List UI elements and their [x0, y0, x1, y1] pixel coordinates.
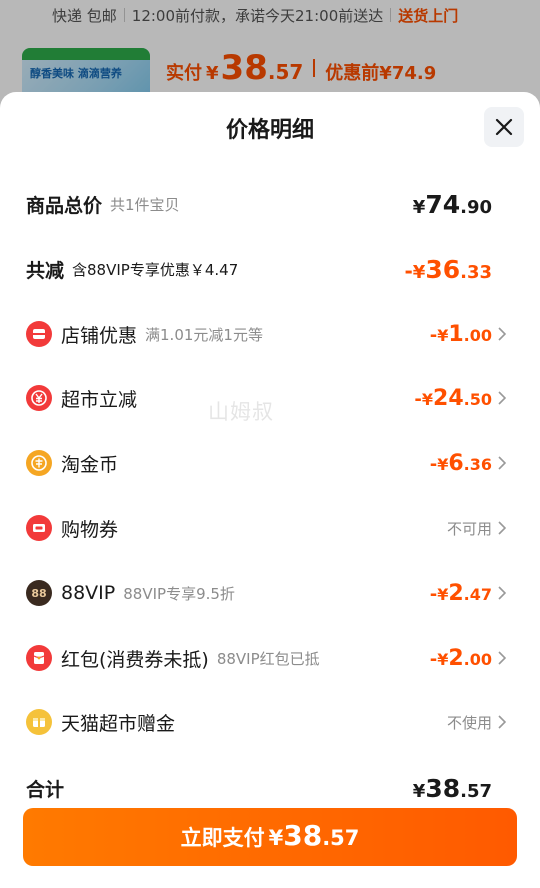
row-value: - ¥ 2 .47 [430, 581, 516, 606]
total-amount: ¥ 38 .57 [413, 774, 492, 803]
minus-sign: - [429, 324, 438, 346]
row-goods-total: 商品总价 共1件宝贝 ¥ 74 .90 [26, 184, 516, 224]
total-label: 合计 [26, 778, 65, 801]
row-value: ¥ 74 .90 [413, 190, 516, 219]
currency-symbol: ¥ [412, 780, 426, 802]
88vip-icon: 88 [26, 580, 52, 606]
currency-symbol: ¥ [412, 261, 426, 283]
row-value: 不可用 [447, 518, 516, 539]
chevron-right-icon [498, 586, 508, 600]
pay-button-int: 38 [283, 819, 323, 852]
row-value: 不使用 [447, 712, 516, 733]
chevron-right-icon [498, 391, 508, 405]
amount-int: 24 [433, 385, 464, 411]
sheet-title: 价格明细 [225, 118, 314, 143]
chevron-right-icon [498, 327, 508, 341]
currency-symbol: ¥ [421, 389, 434, 409]
row-sub: 含88VIP专享优惠￥4.47 [72, 260, 239, 279]
close-button[interactable] [484, 107, 524, 147]
chevron-right-icon [498, 715, 508, 729]
supermarket-discount-amount: - ¥ 24 .50 [414, 386, 492, 411]
minus-sign: - [429, 648, 438, 670]
row-label: 淘金币 [61, 453, 119, 476]
row-total: 合计 ¥ 38 .57 [26, 768, 516, 808]
total-discount-amount: - ¥ 36 .33 [404, 255, 492, 284]
row-value: - ¥ 1 .00 [430, 322, 516, 347]
row-red-packet[interactable]: 红包(消费券未抵) 88VIP红包已抵 - ¥ 2 .00 [26, 638, 516, 678]
amount-dec: .47 [463, 584, 492, 604]
amount-dec: .36 [463, 454, 492, 474]
shopping-voucher-icon [26, 515, 52, 541]
minus-sign: - [429, 583, 438, 605]
store-coupon-icon [26, 321, 52, 347]
amount-dec: .57 [460, 780, 492, 802]
row-label: 天猫超市赠金 [61, 712, 176, 735]
chevron-right-icon [498, 521, 508, 535]
amount-int: 36 [425, 254, 461, 284]
row-88vip[interactable]: 88 88VIP 88VIP专享9.5折 - ¥ 2 .47 [26, 573, 516, 613]
row-value: ¥ 38 .57 [413, 774, 516, 803]
row-value: - ¥ 24 .50 [414, 386, 516, 411]
gold-coin-icon [26, 450, 52, 476]
amount-int: 1 [448, 321, 464, 347]
row-total-discount: 共减 含88VIP专享优惠￥4.47 - ¥ 36 .33 [26, 249, 516, 289]
row-label: 商品总价 [26, 194, 103, 217]
row-value: - ¥ 6 .36 [430, 451, 516, 476]
goods-total-amount: ¥ 74 .90 [413, 190, 492, 219]
row-value: - ¥ 36 .33 [404, 255, 516, 284]
currency-symbol: ¥ [437, 325, 449, 345]
row-sub: 88VIP专享9.5折 [123, 584, 235, 603]
store-coupon-amount: - ¥ 1 .00 [430, 322, 492, 347]
voucher-status: 不可用 [446, 519, 492, 538]
currency-symbol: ¥ [412, 196, 426, 218]
amount-dec: .33 [460, 261, 492, 283]
minus-sign: - [404, 258, 413, 283]
minus-sign: - [414, 388, 422, 410]
row-gift-money[interactable]: 天猫超市赠金 不使用 [26, 702, 516, 742]
chevron-right-icon [498, 651, 508, 665]
row-value: - ¥ 2 .00 [430, 646, 516, 671]
amount-int: 74 [425, 189, 461, 219]
88vip-amount: - ¥ 2 .47 [430, 581, 492, 606]
pay-now-button[interactable]: 立即支付 ¥ 38 .57 [23, 808, 517, 866]
close-icon [495, 118, 513, 136]
chevron-right-icon [498, 456, 508, 470]
gift-money-icon [26, 709, 52, 735]
amount-dec: .50 [463, 389, 492, 409]
row-store-coupon[interactable]: 店铺优惠 满1.01元减1元等 - ¥ 1 .00 [26, 314, 516, 354]
amount-int: 2 [448, 580, 464, 606]
amount-dec: .00 [463, 325, 492, 345]
pay-button-dec: .57 [322, 826, 360, 850]
currency-symbol: ¥ [437, 649, 449, 669]
gift-money-status: 不使用 [446, 713, 492, 732]
row-shopping-voucher[interactable]: 购物券 不可用 [26, 508, 516, 548]
yuan-coin-icon [26, 385, 52, 411]
row-label: 88VIP [61, 582, 116, 604]
amount-int: 6 [448, 450, 464, 476]
pay-button-label: 立即支付 [180, 826, 265, 850]
amount-int: 2 [448, 645, 464, 671]
pay-button-currency: ¥ [268, 826, 284, 850]
row-sub: 88VIP红包已抵 [216, 649, 320, 668]
row-label: 超市立减 [61, 388, 138, 411]
row-label: 红包(消费券未抵) [61, 648, 209, 671]
amount-int: 38 [425, 773, 461, 803]
row-label: 购物券 [61, 518, 119, 541]
row-sub: 满1.01元减1元等 [145, 325, 263, 344]
88vip-icon-text: 88 [31, 586, 47, 600]
row-label: 店铺优惠 [61, 324, 138, 347]
row-sub: 共1件宝贝 [110, 195, 180, 214]
red-packet-amount: - ¥ 2 .00 [430, 646, 492, 671]
row-taojinbi[interactable]: 淘金币 - ¥ 6 .36 [26, 443, 516, 483]
taojinbi-amount: - ¥ 6 .36 [430, 451, 492, 476]
red-packet-icon [26, 645, 52, 671]
minus-sign: - [429, 453, 438, 475]
currency-symbol: ¥ [437, 584, 449, 604]
row-label: 共减 [26, 259, 65, 282]
currency-symbol: ¥ [437, 454, 449, 474]
watermark: 山姆叔 [208, 400, 274, 424]
amount-dec: .90 [460, 196, 492, 218]
amount-dec: .00 [463, 649, 492, 669]
